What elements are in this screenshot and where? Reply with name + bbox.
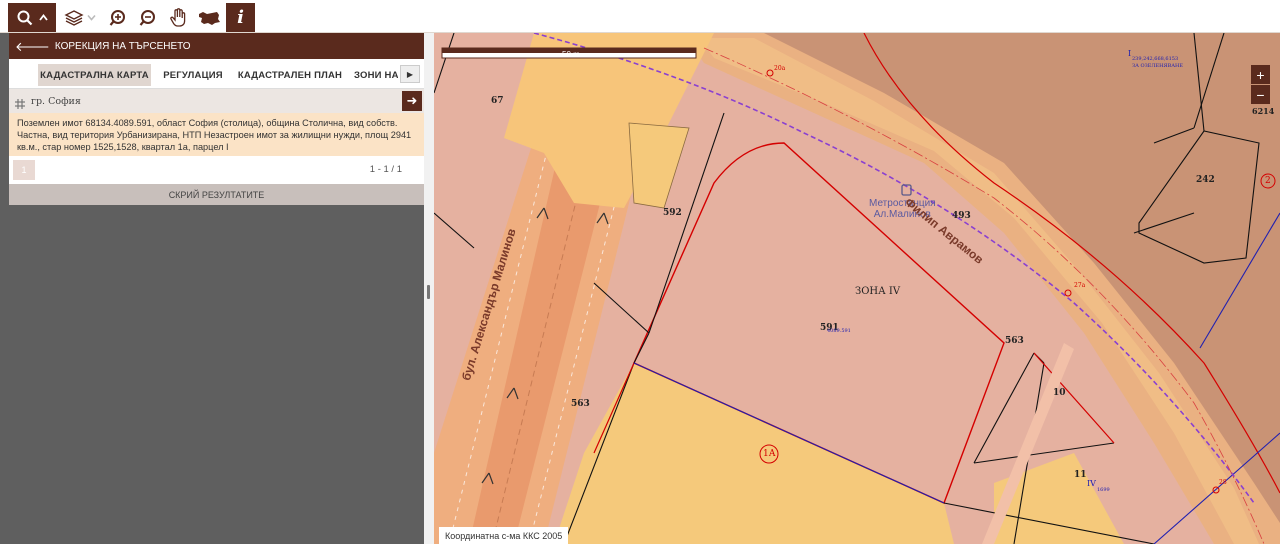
zoom-in-button[interactable]: + xyxy=(1251,65,1270,84)
scale-label: 50 m xyxy=(562,50,580,59)
grid-icon xyxy=(15,96,25,109)
parcel-number: 11 xyxy=(1074,470,1087,480)
zone-iv-label: IV xyxy=(1087,479,1096,488)
tabs-scroll-right-button[interactable]: ▶ xyxy=(400,65,420,83)
pagination: 1 1 - 1 / 1 xyxy=(9,156,424,184)
parcel-number: 493 xyxy=(952,211,971,221)
splitter-grip[interactable] xyxy=(427,285,430,299)
zoom-in-icon xyxy=(109,9,127,27)
pan-hand-icon xyxy=(169,7,187,28)
green-zone-note: 239,242,668,6153 ЗА ОЗЕЛЕНЯВАНЕ xyxy=(1132,56,1183,70)
tab-regulation[interactable]: РЕГУЛАЦИЯ xyxy=(156,64,230,86)
search-location-row[interactable]: гр. София ➜ xyxy=(9,89,424,113)
parcel-number: 563 xyxy=(571,399,590,409)
zone-iv-sub: 1699 xyxy=(1097,487,1110,493)
page-button[interactable]: 1 xyxy=(13,160,35,180)
country-extent-button[interactable] xyxy=(194,3,224,32)
green-zone-note-line2: ЗА ОЗЕЛЕНЯВАНЕ xyxy=(1132,63,1184,69)
parcel-sub-number: 4089.591 xyxy=(827,328,851,334)
block-label: 1А xyxy=(763,449,776,459)
triangle-right-icon: ▶ xyxy=(406,69,414,79)
go-button[interactable]: ➜ xyxy=(402,91,422,111)
zone-label: ЗОНА IV xyxy=(855,286,901,297)
layers-icon xyxy=(64,9,84,27)
tab-cadastral-plan[interactable]: КАДАСТРАЛЕН ПЛАН xyxy=(233,64,347,86)
search-results-panel: 🡐 КОРЕКЦИЯ НА ТЪРСЕНЕТО КАДАСТРАЛНА КАРТ… xyxy=(0,33,424,544)
layer-tabs: КАДАСТРАЛНА КАРТА РЕГУЛАЦИЯ КАДАСТРАЛЕН … xyxy=(9,59,424,89)
point-label: 27а xyxy=(1074,282,1086,289)
info-icon: i xyxy=(237,7,244,28)
back-to-search-button[interactable]: 🡐 КОРЕКЦИЯ НА ТЪРСЕНЕТО xyxy=(9,33,424,59)
point-label: 28 xyxy=(1219,479,1227,486)
bulgaria-map-icon xyxy=(197,10,221,26)
cadastre-app: i 🡐 КОРЕКЦИЯ НА ТЪРСЕНЕТО КАДАСТРАЛНА КА… xyxy=(0,0,1280,544)
green-zone-note-line1: 239,242,668,6153 xyxy=(1132,56,1179,62)
arrow-right-icon: ➜ xyxy=(406,93,418,108)
chevron-down-icon xyxy=(87,14,96,21)
result-item[interactable]: Поземлен имот 68134.4089.591, област Соф… xyxy=(9,113,424,156)
search-toggle-button[interactable] xyxy=(8,3,56,32)
parcel-number: 592 xyxy=(663,208,682,218)
parcel-number: 67 xyxy=(491,96,504,106)
zoom-out-button[interactable]: − xyxy=(1251,85,1270,104)
layers-button[interactable] xyxy=(58,3,102,32)
search-location-text: гр. София xyxy=(31,95,81,107)
tab-cadastral-map[interactable]: КАДАСТРАЛНА КАРТА xyxy=(38,64,151,86)
panel-splitter[interactable] xyxy=(424,33,434,544)
chevron-up-icon xyxy=(38,14,48,21)
roman-label: I xyxy=(1128,49,1132,58)
top-toolbar: i xyxy=(0,0,1280,33)
parcel-number: 10 xyxy=(1053,388,1066,398)
pan-tool-button[interactable] xyxy=(164,3,192,32)
parcel-number: 242 xyxy=(1196,175,1215,185)
block-label: 2 xyxy=(1265,176,1271,186)
result-count: 1 - 1 / 1 xyxy=(369,164,402,175)
back-label: КОРЕКЦИЯ НА ТЪРСЕНЕТО xyxy=(54,40,191,52)
coordinate-system-label: Координатна с-ма ККС 2005 xyxy=(439,527,569,544)
info-button[interactable]: i xyxy=(226,3,255,32)
tab-zones[interactable]: ЗОНИ НА xyxy=(350,64,398,86)
map-view[interactable]: 50 m 67 592 493 563 591 4089.591 563 10 … xyxy=(434,33,1280,544)
point-label: 20а xyxy=(774,65,786,72)
search-icon xyxy=(17,10,33,26)
arrow-left-icon: 🡐 xyxy=(15,38,50,54)
parcel-number: 6214 xyxy=(1252,106,1275,116)
zoom-out-icon xyxy=(139,9,157,27)
hide-results-button[interactable]: СКРИЙ РЕЗУЛТАТИТЕ xyxy=(9,184,424,205)
parcel-number: 563 xyxy=(1005,336,1024,346)
zoom-in-tool-button[interactable] xyxy=(104,3,132,32)
zoom-out-tool-button[interactable] xyxy=(134,3,162,32)
